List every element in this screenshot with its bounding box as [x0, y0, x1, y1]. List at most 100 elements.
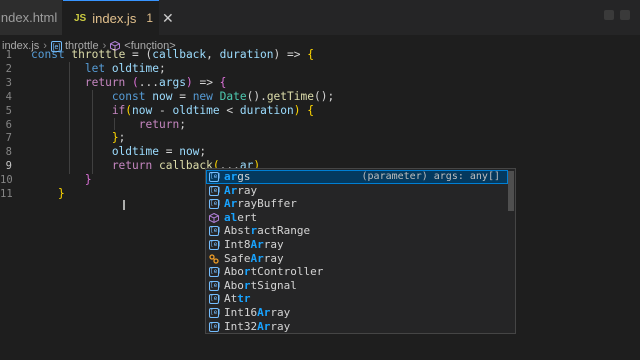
line-number: 1: [5, 49, 12, 61]
suggestions-scrollbar[interactable]: [508, 171, 514, 211]
code-line[interactable]: 3 return (...args) => {: [0, 76, 640, 90]
suggestion-label: ArrayBuffer: [224, 197, 297, 211]
suggestion-item[interactable]: [e] AbortSignal: [206, 279, 508, 293]
match-highlight: Ar: [257, 306, 271, 319]
code-line[interactable]: 8 oldtime = now;: [0, 145, 640, 159]
code-token: {: [307, 48, 314, 61]
line-number: 10: [0, 174, 13, 187]
code-text: let oldtime;: [31, 62, 166, 76]
code-line[interactable]: 1 const throttle = (callback, duration) =…: [0, 48, 640, 62]
code-text: oldtime = now;: [31, 145, 206, 159]
code-text: }: [31, 173, 92, 187]
suggestion-item[interactable]: [e] Attr: [206, 292, 508, 306]
suggestion-item[interactable]: [e] AbstractRange: [206, 224, 508, 238]
code-token: -: [152, 103, 173, 117]
code-text: if(now - oldtime < duration) {: [31, 104, 314, 118]
more-actions-icon[interactable]: [620, 10, 630, 20]
variable-icon: [e]: [209, 294, 221, 305]
suggestion-item[interactable]: [e] Array: [206, 184, 508, 198]
label-text: Abst: [224, 224, 251, 238]
code-line[interactable]: 6 return;: [0, 118, 640, 132]
match-highlight: tr: [237, 292, 251, 306]
variable-icon: [e]: [209, 240, 221, 250]
code-token: ...: [138, 75, 160, 89]
line-number: 7: [5, 132, 12, 145]
code-token: ();: [313, 89, 335, 103]
tab-index-js[interactable]: JS index.js 1 ✕: [63, 0, 174, 35]
match-highlight: Ar: [257, 319, 271, 333]
code-token: return: [31, 159, 159, 173]
code-token: duration: [239, 103, 294, 117]
suggestion-item[interactable]: [e] args (parameter) args: any[]: [206, 170, 508, 184]
code-token: ;: [199, 145, 207, 159]
code-token: oldtime: [31, 145, 159, 159]
variable-icon: [e]: [209, 226, 221, 237]
suggestion-label: Int8Array: [224, 238, 284, 252]
code-token: {: [219, 75, 227, 89]
code-line[interactable]: 4 const now = new Date().getTime();: [0, 90, 640, 104]
code-token: ;: [118, 131, 126, 145]
code-token: ;: [158, 61, 166, 75]
code-token: duration: [219, 48, 274, 61]
label-text: gs: [237, 170, 251, 183]
autocomplete-suggestions[interactable]: [e] args (parameter) args: any[] [e] Array [e…: [205, 168, 516, 334]
code-token: getTime: [266, 89, 314, 103]
code-token: ) {: [293, 103, 314, 117]
code-token: let: [31, 61, 112, 75]
code-token: ,: [206, 48, 220, 61]
code-token: if: [31, 103, 126, 117]
code-token: now: [132, 103, 153, 117]
line-number: 4: [5, 90, 12, 103]
label-text: ray: [237, 183, 258, 197]
suggestion-item[interactable]: [e] Int32Array: [206, 319, 508, 333]
match-highlight: Ar: [250, 251, 264, 265]
label-text: ert: [237, 210, 258, 224]
code-text: };: [31, 131, 126, 145]
tab-index-html[interactable]: index.html: [0, 0, 63, 35]
variable-icon: [e]: [209, 308, 221, 318]
match-highlight: Ar: [224, 183, 238, 197]
code-token: oldtime: [111, 61, 159, 75]
suggestion-item[interactable]: [e] AbortController: [206, 265, 508, 279]
code-token: callback: [152, 48, 207, 61]
split-editor-icon[interactable]: [604, 10, 614, 20]
code-token: ) =>: [273, 48, 308, 61]
code-token: const: [31, 89, 153, 103]
variable-icon: [e]: [209, 280, 221, 291]
match-highlight: Ar: [250, 238, 264, 251]
suggestion-item[interactable]: [e] Int16Array: [206, 306, 508, 320]
code-token: args: [159, 75, 186, 89]
match-highlight: r: [243, 278, 251, 292]
code-token: (: [132, 75, 139, 89]
code-text: const throttle = (callback, duration) =>…: [31, 48, 314, 62]
code-token: return: [31, 75, 133, 89]
code-token: }: [31, 187, 65, 200]
code-token: ): [185, 75, 193, 89]
label-text: Int8: [224, 238, 251, 251]
problem-count-badge: 1: [146, 11, 153, 25]
line-number: 3: [5, 76, 12, 89]
label-text: At: [224, 292, 238, 306]
text-cursor: [123, 200, 125, 210]
code-line[interactable]: 7 };: [0, 131, 640, 145]
code-line[interactable]: 5 if(now - oldtime < duration) {: [0, 104, 640, 118]
suggestion-label: Array: [224, 184, 257, 198]
code-token: new: [192, 89, 220, 103]
javascript-file-icon: JS: [74, 12, 87, 24]
line-number: 5: [5, 104, 12, 117]
code-token: }: [31, 131, 119, 145]
line-number: 11: [0, 188, 13, 200]
code-token: oldtime: [172, 103, 220, 117]
match-highlight: al: [224, 210, 238, 224]
suggestion-item[interactable]: SafeArray: [206, 252, 508, 266]
close-tab-icon[interactable]: ✕: [162, 10, 174, 27]
editor-actions: [604, 10, 630, 20]
suggestion-label: alert: [224, 211, 257, 225]
suggestion-item[interactable]: [e] ArrayBuffer: [206, 197, 508, 211]
code-line[interactable]: 2 let oldtime;: [0, 62, 640, 76]
suggestion-label: SafeArray: [224, 252, 284, 266]
suggestion-item[interactable]: alert: [206, 211, 508, 225]
label-text: Int32: [224, 319, 258, 333]
line-number: 9: [5, 160, 12, 173]
suggestion-item[interactable]: [e] Int8Array: [206, 238, 508, 252]
